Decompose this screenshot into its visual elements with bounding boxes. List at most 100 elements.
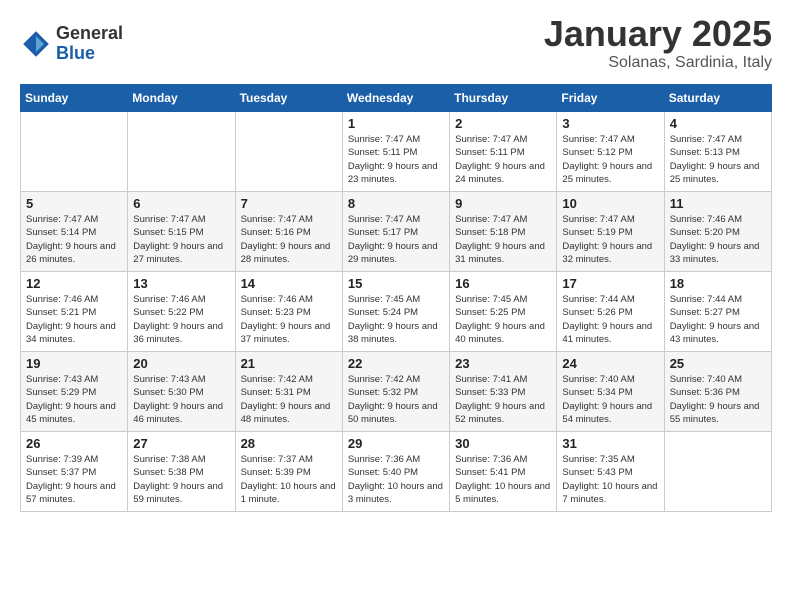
calendar-cell: 1 Sunrise: 7:47 AM Sunset: 5:11 PM Daylig… [342, 112, 449, 192]
calendar-cell: 12Sunrise: 7:46 AM Sunset: 5:21 PM Dayli… [21, 272, 128, 352]
day-number: 22 [348, 356, 444, 371]
day-number: 5 [26, 196, 122, 211]
day-info: Sunrise: 7:47 AM Sunset: 5:12 PM Dayligh… [562, 133, 658, 186]
day-info: Sunrise: 7:47 AM Sunset: 5:14 PM Dayligh… [26, 213, 122, 266]
calendar-cell: 30 Sunrise: 7:36 AM Sunset: 5:41 PM Dayli… [450, 432, 557, 512]
calendar-cell: 7Sunrise: 7:47 AM Sunset: 5:16 PM Daylig… [235, 192, 342, 272]
calendar-cell [235, 112, 342, 192]
day-number: 26 [26, 436, 122, 451]
day-number: 18 [670, 276, 766, 291]
calendar-cell: 4 Sunrise: 7:47 AM Sunset: 5:13 PM Daylig… [664, 112, 771, 192]
calendar-cell: 16 Sunrise: 7:45 AM Sunset: 5:25 PM Dayli… [450, 272, 557, 352]
calendar-week-4: 19 Sunrise: 7:43 AM Sunset: 5:29 PM Dayli… [21, 352, 772, 432]
day-number: 3 [562, 116, 658, 131]
calendar-cell: 19 Sunrise: 7:43 AM Sunset: 5:29 PM Dayli… [21, 352, 128, 432]
calendar-cell: 24Sunrise: 7:40 AM Sunset: 5:34 PM Dayli… [557, 352, 664, 432]
calendar-cell: 29 Sunrise: 7:36 AM Sunset: 5:40 PM Dayli… [342, 432, 449, 512]
day-info: Sunrise: 7:43 AM Sunset: 5:30 PM Dayligh… [133, 373, 229, 426]
calendar-cell: 28Sunrise: 7:37 AM Sunset: 5:39 PM Dayli… [235, 432, 342, 512]
day-number: 25 [670, 356, 766, 371]
calendar-cell: 26 Sunrise: 7:39 AM Sunset: 5:37 PM Dayli… [21, 432, 128, 512]
day-info: Sunrise: 7:44 AM Sunset: 5:26 PM Dayligh… [562, 293, 658, 346]
calendar-cell: 14Sunrise: 7:46 AM Sunset: 5:23 PM Dayli… [235, 272, 342, 352]
calendar-cell: 2Sunrise: 7:47 AM Sunset: 5:11 PM Daylig… [450, 112, 557, 192]
day-number: 1 [348, 116, 444, 131]
calendar-cell [128, 112, 235, 192]
calendar-cell: 5 Sunrise: 7:47 AM Sunset: 5:14 PM Daylig… [21, 192, 128, 272]
day-number: 15 [348, 276, 444, 291]
day-info: Sunrise: 7:39 AM Sunset: 5:37 PM Dayligh… [26, 453, 122, 506]
title-block: January 2025 Solanas, Sardinia, Italy [544, 16, 772, 72]
day-number: 10 [562, 196, 658, 211]
day-info: Sunrise: 7:38 AM Sunset: 5:38 PM Dayligh… [133, 453, 229, 506]
day-number: 14 [241, 276, 337, 291]
calendar-cell: 27 Sunrise: 7:38 AM Sunset: 5:38 PM Dayli… [128, 432, 235, 512]
day-info: Sunrise: 7:46 AM Sunset: 5:22 PM Dayligh… [133, 293, 229, 346]
day-info: Sunrise: 7:47 AM Sunset: 5:18 PM Dayligh… [455, 213, 551, 266]
calendar-cell: 6 Sunrise: 7:47 AM Sunset: 5:15 PM Daylig… [128, 192, 235, 272]
day-info: Sunrise: 7:41 AM Sunset: 5:33 PM Dayligh… [455, 373, 551, 426]
day-number: 8 [348, 196, 444, 211]
day-number: 7 [241, 196, 337, 211]
calendar-cell: 13 Sunrise: 7:46 AM Sunset: 5:22 PM Dayli… [128, 272, 235, 352]
day-number: 27 [133, 436, 229, 451]
day-number: 21 [241, 356, 337, 371]
calendar-cell: 20Sunrise: 7:43 AM Sunset: 5:30 PM Dayli… [128, 352, 235, 432]
day-info: Sunrise: 7:43 AM Sunset: 5:29 PM Dayligh… [26, 373, 122, 426]
day-info: Sunrise: 7:45 AM Sunset: 5:24 PM Dayligh… [348, 293, 444, 346]
day-info: Sunrise: 7:45 AM Sunset: 5:25 PM Dayligh… [455, 293, 551, 346]
logo-blue: Blue [56, 44, 123, 64]
day-info: Sunrise: 7:47 AM Sunset: 5:11 PM Dayligh… [348, 133, 444, 186]
day-info: Sunrise: 7:35 AM Sunset: 5:43 PM Dayligh… [562, 453, 658, 506]
day-number: 31 [562, 436, 658, 451]
calendar-cell: 21 Sunrise: 7:42 AM Sunset: 5:31 PM Dayli… [235, 352, 342, 432]
calendar-cell [664, 432, 771, 512]
day-number: 4 [670, 116, 766, 131]
day-info: Sunrise: 7:40 AM Sunset: 5:36 PM Dayligh… [670, 373, 766, 426]
calendar-cell: 18 Sunrise: 7:44 AM Sunset: 5:27 PM Dayli… [664, 272, 771, 352]
title-month: January 2025 [544, 16, 772, 52]
logo-text: General Blue [56, 24, 123, 64]
day-info: Sunrise: 7:46 AM Sunset: 5:20 PM Dayligh… [670, 213, 766, 266]
day-info: Sunrise: 7:36 AM Sunset: 5:40 PM Dayligh… [348, 453, 444, 506]
header-monday: Monday [128, 85, 235, 112]
header: General Blue January 2025 Solanas, Sardi… [20, 16, 772, 72]
day-number: 17 [562, 276, 658, 291]
logo: General Blue [20, 24, 123, 64]
header-thursday: Thursday [450, 85, 557, 112]
calendar-week-5: 26 Sunrise: 7:39 AM Sunset: 5:37 PM Dayli… [21, 432, 772, 512]
day-number: 30 [455, 436, 551, 451]
day-info: Sunrise: 7:47 AM Sunset: 5:13 PM Dayligh… [670, 133, 766, 186]
day-info: Sunrise: 7:44 AM Sunset: 5:27 PM Dayligh… [670, 293, 766, 346]
day-info: Sunrise: 7:47 AM Sunset: 5:17 PM Dayligh… [348, 213, 444, 266]
logo-icon [20, 28, 52, 60]
calendar-cell: 11Sunrise: 7:46 AM Sunset: 5:20 PM Dayli… [664, 192, 771, 272]
day-number: 24 [562, 356, 658, 371]
day-number: 16 [455, 276, 551, 291]
day-number: 6 [133, 196, 229, 211]
day-info: Sunrise: 7:47 AM Sunset: 5:15 PM Dayligh… [133, 213, 229, 266]
calendar-week-3: 12Sunrise: 7:46 AM Sunset: 5:21 PM Dayli… [21, 272, 772, 352]
calendar-week-1: 1 Sunrise: 7:47 AM Sunset: 5:11 PM Daylig… [21, 112, 772, 192]
day-number: 29 [348, 436, 444, 451]
calendar-cell: 23 Sunrise: 7:41 AM Sunset: 5:33 PM Dayli… [450, 352, 557, 432]
calendar-cell [21, 112, 128, 192]
day-info: Sunrise: 7:42 AM Sunset: 5:31 PM Dayligh… [241, 373, 337, 426]
calendar-cell: 10 Sunrise: 7:47 AM Sunset: 5:19 PM Dayli… [557, 192, 664, 272]
calendar-cell: 25 Sunrise: 7:40 AM Sunset: 5:36 PM Dayli… [664, 352, 771, 432]
calendar-cell: 8 Sunrise: 7:47 AM Sunset: 5:17 PM Daylig… [342, 192, 449, 272]
calendar-cell: 3 Sunrise: 7:47 AM Sunset: 5:12 PM Daylig… [557, 112, 664, 192]
day-number: 19 [26, 356, 122, 371]
day-info: Sunrise: 7:46 AM Sunset: 5:21 PM Dayligh… [26, 293, 122, 346]
header-tuesday: Tuesday [235, 85, 342, 112]
day-number: 13 [133, 276, 229, 291]
header-saturday: Saturday [664, 85, 771, 112]
calendar-cell: 17 Sunrise: 7:44 AM Sunset: 5:26 PM Dayli… [557, 272, 664, 352]
day-number: 23 [455, 356, 551, 371]
day-info: Sunrise: 7:37 AM Sunset: 5:39 PM Dayligh… [241, 453, 337, 506]
day-number: 9 [455, 196, 551, 211]
day-info: Sunrise: 7:47 AM Sunset: 5:11 PM Dayligh… [455, 133, 551, 186]
day-info: Sunrise: 7:47 AM Sunset: 5:19 PM Dayligh… [562, 213, 658, 266]
day-info: Sunrise: 7:36 AM Sunset: 5:41 PM Dayligh… [455, 453, 551, 506]
header-sunday: Sunday [21, 85, 128, 112]
